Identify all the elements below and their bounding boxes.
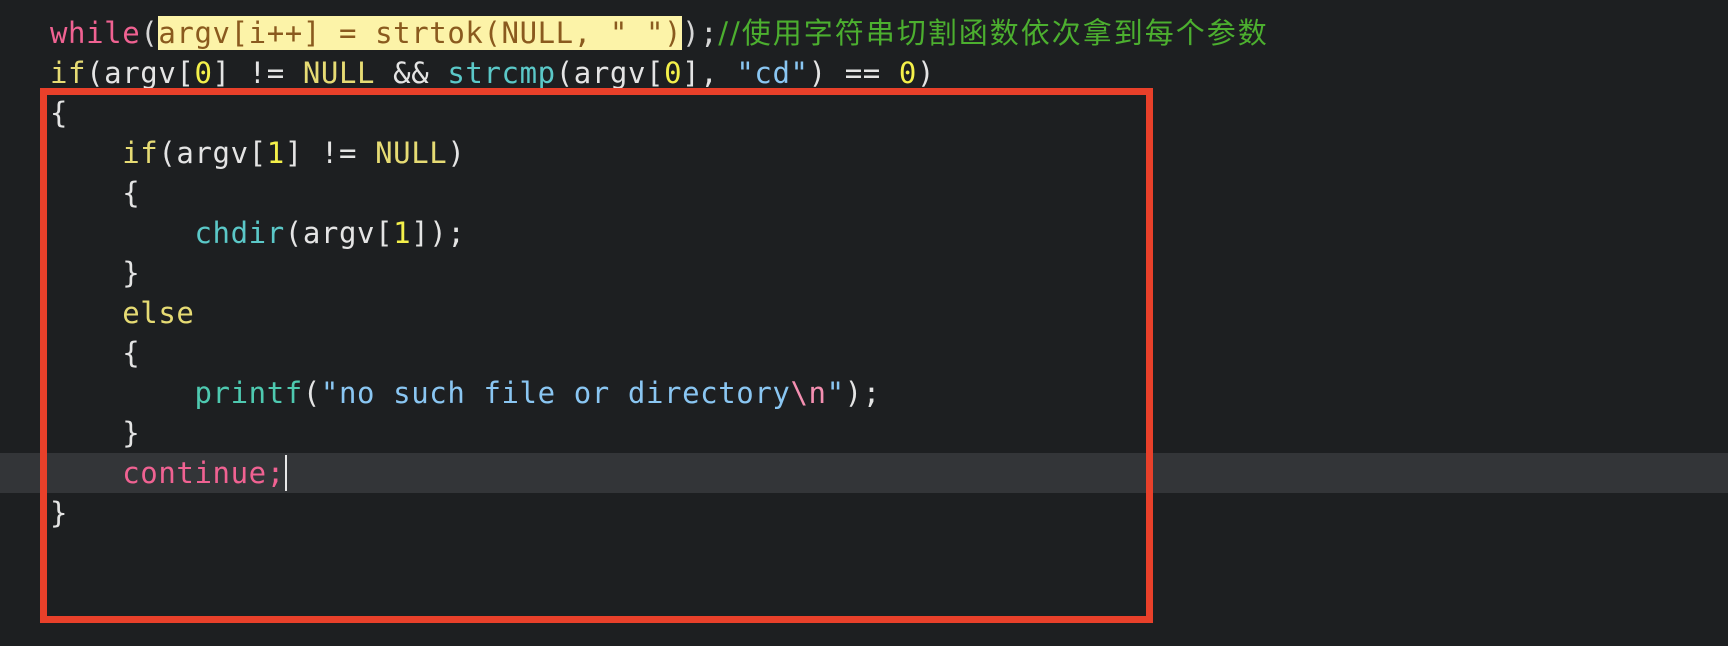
line-if-cd-seg-13: ) (916, 56, 936, 90)
line-close-brace-3-text: } (0, 493, 68, 533)
line-if-cd-text: if(argv[0] != NULL && strcmp(argv[0], "c… (0, 53, 935, 93)
line-chdir-seg-1: chdir (194, 216, 285, 250)
line-close-brace-1-seg-0: } (50, 256, 141, 290)
line-close-brace-3[interactable]: } (0, 493, 1728, 533)
line-close-brace-1[interactable]: } (0, 253, 1728, 293)
line-if-cd-seg-10: "cd" (736, 56, 809, 90)
line-else[interactable]: else (0, 293, 1728, 333)
line-while-text: while(argv[i++] = strtok(NULL, " "));//使… (0, 13, 1269, 53)
line-open-brace-2[interactable]: { (0, 173, 1728, 213)
line-if-argv1-seg-1: if (122, 136, 159, 170)
line-if-argv1-seg-4: ] != (284, 136, 376, 170)
line-printf-text: printf("no such file or directory\n"); (0, 373, 881, 413)
line-if-cd-seg-0: if (50, 56, 87, 90)
line-else-seg-1: else (122, 296, 195, 330)
line-close-brace-3-seg-0: } (50, 496, 69, 530)
line-if-cd-seg-1: (argv[ (86, 56, 195, 90)
line-open-brace-2-text: { (0, 173, 140, 213)
line-open-brace-3-seg-0: { (50, 336, 141, 370)
line-while-seg-2: argv[i++] = strtok(NULL, " ") (158, 16, 683, 50)
line-printf-seg-3: "no such file or directory (320, 376, 791, 410)
line-if-argv1-text: if(argv[1] != NULL) (0, 133, 465, 173)
line-open-brace-2-seg-0: { (50, 176, 141, 210)
line-chdir[interactable]: chdir(argv[1]); (0, 213, 1728, 253)
line-if-cd-seg-6: strcmp (447, 56, 556, 90)
line-if-cd-seg-5: && (375, 56, 448, 90)
line-if-argv1[interactable]: if(argv[1] != NULL) (0, 133, 1728, 173)
line-continue-seg-0 (50, 456, 122, 490)
line-if-argv1-seg-5: NULL (375, 136, 448, 170)
line-if-cd[interactable]: if(argv[0] != NULL && strcmp(argv[0], "c… (0, 53, 1728, 93)
line-if-cd-seg-7: (argv[ (555, 56, 665, 90)
line-while[interactable]: while(argv[i++] = strtok(NULL, " "));//使… (0, 13, 1728, 53)
line-if-argv1-seg-3: 1 (266, 136, 285, 170)
line-close-brace-2[interactable]: } (0, 413, 1728, 453)
line-if-argv1-seg-2: (argv[ (158, 136, 267, 170)
line-if-cd-seg-2: 0 (194, 56, 213, 90)
line-if-cd-seg-9: ], (682, 56, 737, 90)
line-printf-seg-4: \n (790, 376, 827, 410)
line-while-seg-3: ); (682, 16, 719, 50)
line-if-cd-seg-12: 0 (898, 56, 917, 90)
line-chdir-seg-4: ]); (411, 216, 466, 250)
line-if-cd-seg-3: ] != (212, 56, 303, 90)
line-if-argv1-seg-0 (50, 136, 122, 170)
line-printf-seg-6: ); (844, 376, 881, 410)
line-open-brace-3-text: { (0, 333, 140, 373)
line-while-seg-0: while (50, 16, 141, 50)
line-chdir-seg-0 (50, 216, 194, 250)
line-continue-seg-1: continue (122, 456, 267, 490)
line-if-argv1-seg-6: ) (447, 136, 466, 170)
line-else-text: else (0, 293, 195, 333)
code-editor[interactable]: while(argv[i++] = strtok(NULL, " "));//使… (0, 0, 1728, 646)
line-chdir-text: chdir(argv[1]); (0, 213, 465, 253)
line-printf-seg-5: " (826, 376, 845, 410)
line-printf-seg-0 (50, 376, 194, 410)
line-continue-seg-2: ; (266, 456, 285, 490)
line-continue[interactable]: continue; (0, 453, 1728, 493)
line-else-seg-0 (50, 296, 122, 330)
line-printf-seg-1: printf (194, 376, 303, 410)
line-chdir-seg-3: 1 (393, 216, 412, 250)
text-caret (284, 455, 287, 491)
line-if-cd-seg-4: NULL (302, 56, 376, 90)
line-open-brace-1-text: { (0, 93, 68, 133)
line-if-cd-seg-8: 0 (664, 56, 683, 90)
line-close-brace-2-seg-0: } (50, 416, 141, 450)
line-while-seg-1: ( (140, 16, 159, 50)
line-close-brace-2-text: } (0, 413, 140, 453)
line-chdir-seg-2: (argv[ (284, 216, 394, 250)
line-open-brace-1[interactable]: { (0, 93, 1728, 133)
line-while-seg-4: //使用字符串切割函数依次拿到每个参数 (718, 16, 1269, 50)
line-printf[interactable]: printf("no such file or directory\n"); (0, 373, 1728, 413)
line-continue-text: continue; (0, 453, 285, 493)
line-close-brace-1-text: } (0, 253, 140, 293)
line-open-brace-3[interactable]: { (0, 333, 1728, 373)
line-open-brace-1-seg-0: { (50, 96, 69, 130)
line-printf-seg-2: ( (302, 376, 321, 410)
line-if-cd-seg-11: ) == (808, 56, 899, 90)
